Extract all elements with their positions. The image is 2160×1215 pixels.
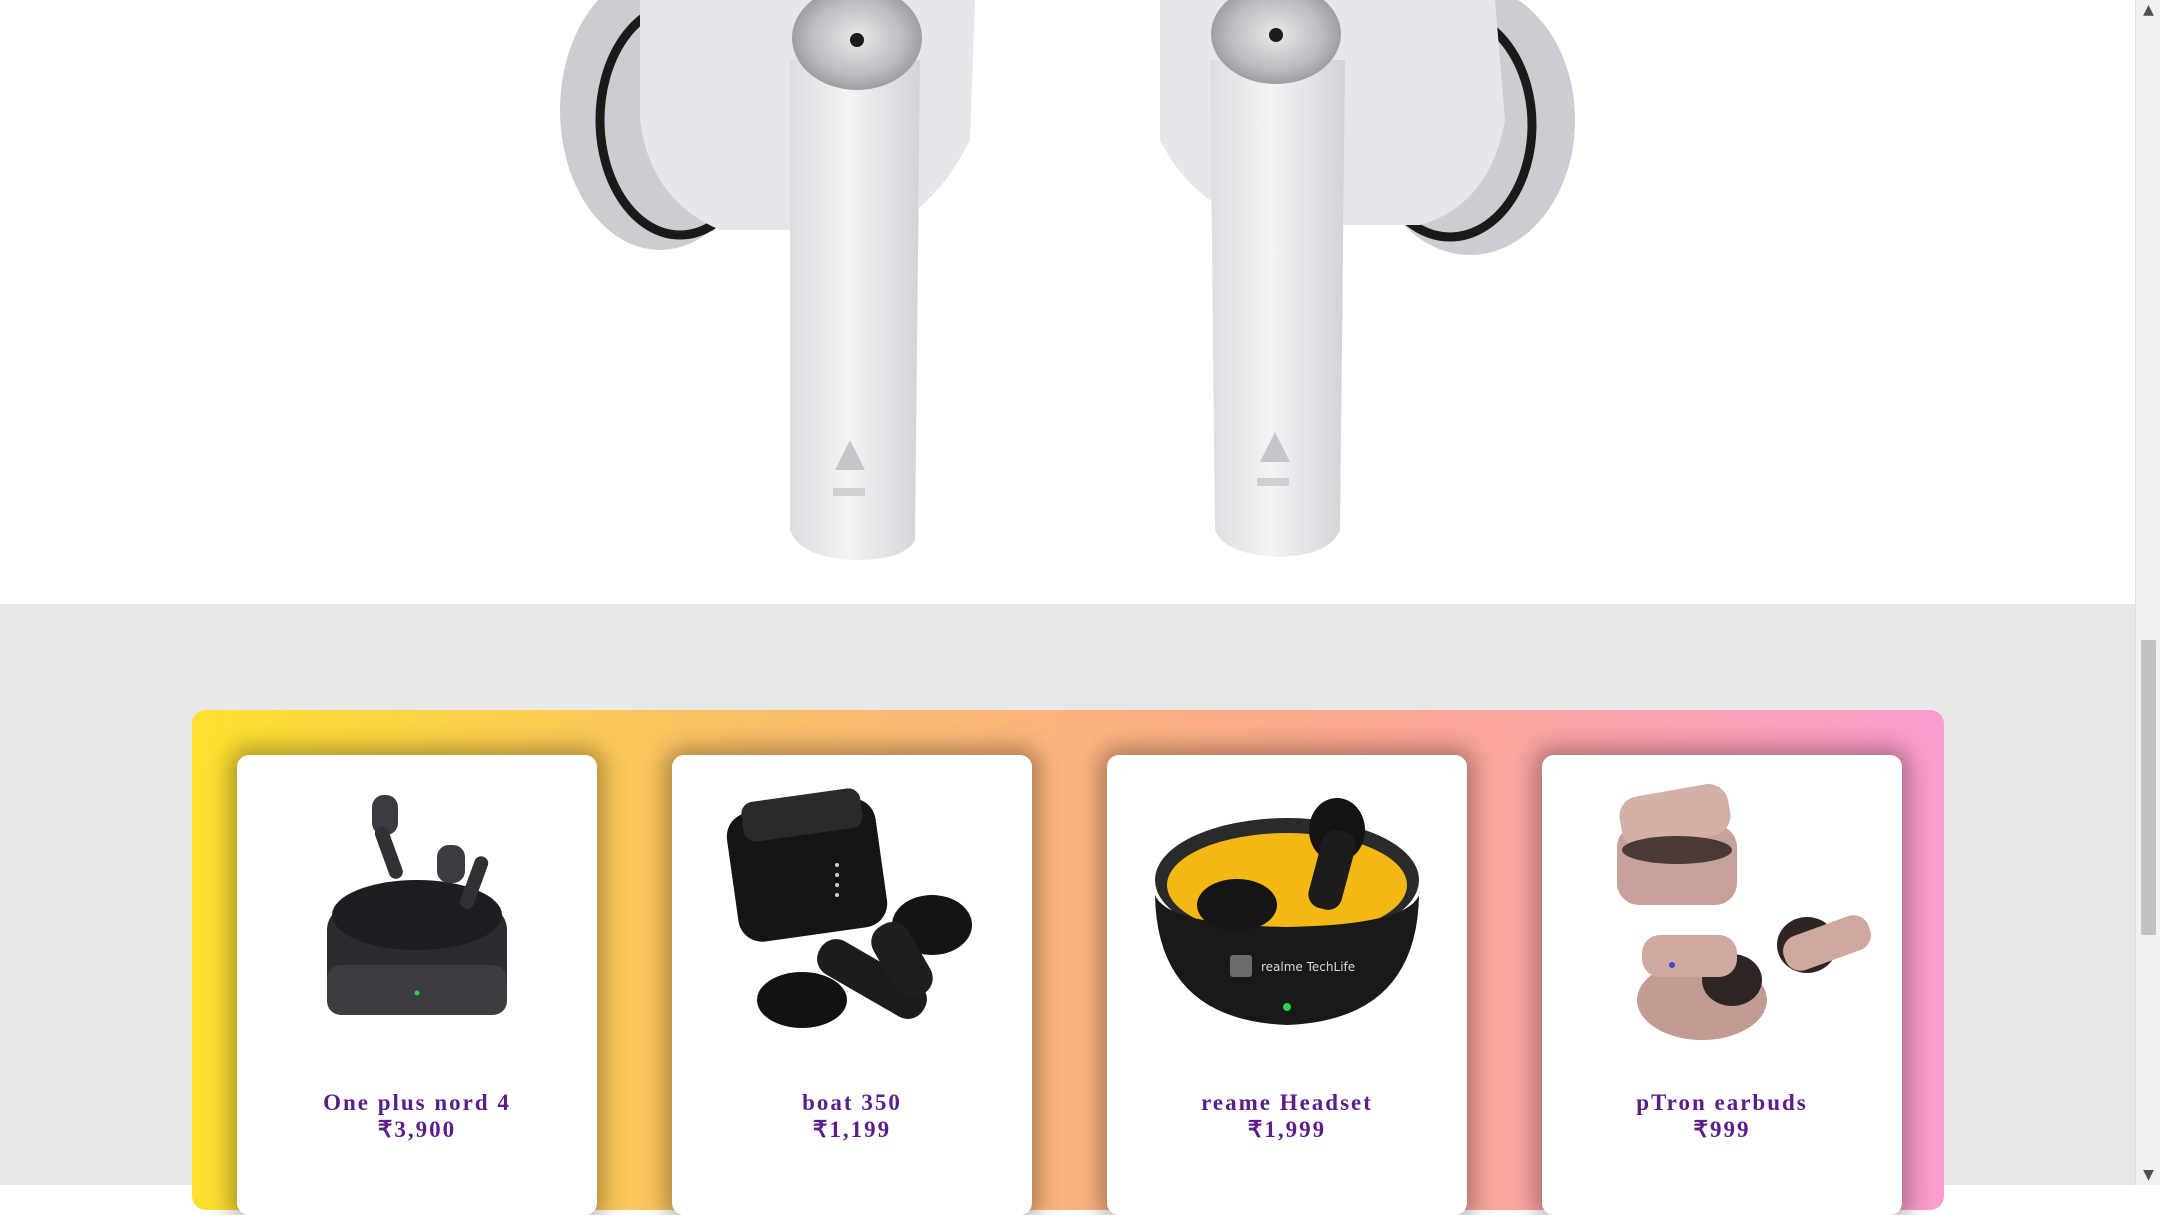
product-name[interactable]: One plus nord 4 [237, 1090, 597, 1116]
product-card[interactable]: boat 350 ₹1,199 [672, 755, 1032, 1215]
scroll-down-icon[interactable]: ▼ [2136, 1165, 2160, 1185]
black-earbuds-open-case-icon [327, 795, 507, 1015]
black-yellow-earbuds-case-icon: realme TechLife [1155, 798, 1419, 1025]
product-name[interactable]: boat 350 [672, 1090, 1032, 1116]
scroll-thumb[interactable] [2141, 640, 2156, 935]
left-earbud [560, 0, 975, 560]
earbuds-hero-image [560, 0, 1575, 560]
product-price: ₹999 [1693, 1117, 1751, 1142]
product-price: ₹1,999 [1247, 1117, 1327, 1142]
hero-banner [0, 0, 2135, 604]
product-card[interactable]: realme TechLife reame Headset ₹1,999 [1107, 755, 1467, 1215]
product-price: ₹3,900 [377, 1117, 457, 1142]
product-card[interactable]: One plus nord 4 ₹3,900 [237, 755, 597, 1215]
scroll-up-icon[interactable]: ▲ [2136, 0, 2160, 20]
rose-gold-earbuds-case-icon [1617, 784, 1871, 1040]
right-earbud [1160, 0, 1575, 557]
svg-text:realme TechLife: realme TechLife [1261, 960, 1355, 974]
page-scrollbar[interactable]: ▲ ▼ [2135, 0, 2160, 1185]
black-earbuds-square-case-icon [726, 788, 972, 1028]
product-price: ₹1,199 [812, 1117, 892, 1142]
product-card[interactable]: pTron earbuds ₹999 [1542, 755, 1902, 1215]
product-name[interactable]: reame Headset [1107, 1090, 1467, 1116]
product-name[interactable]: pTron earbuds [1542, 1090, 1902, 1116]
